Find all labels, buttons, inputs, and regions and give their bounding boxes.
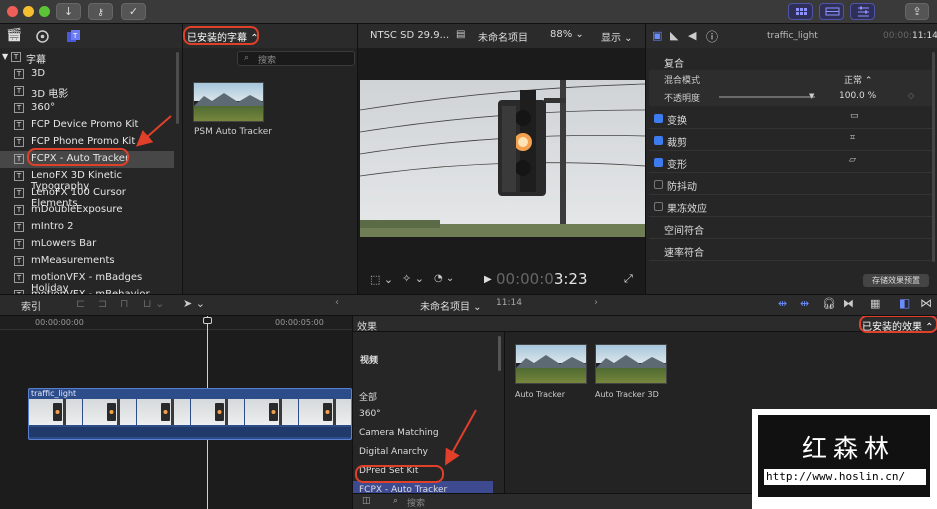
watermark: 红森林 http://www.hoslin.cn/ — [752, 409, 937, 509]
app-window: ↓ ⚷ ✓ ⇪ 🎬︎ T ▼ T 字幕 T 3D T 3D 电影 T 360° T FCP D… — [0, 0, 937, 509]
watermark-url: http://www.hoslin.cn/ — [766, 470, 906, 483]
annotation-highlight — [27, 148, 129, 166]
annotation-highlight — [355, 465, 444, 483]
watermark-title: 红森林 — [802, 434, 896, 463]
